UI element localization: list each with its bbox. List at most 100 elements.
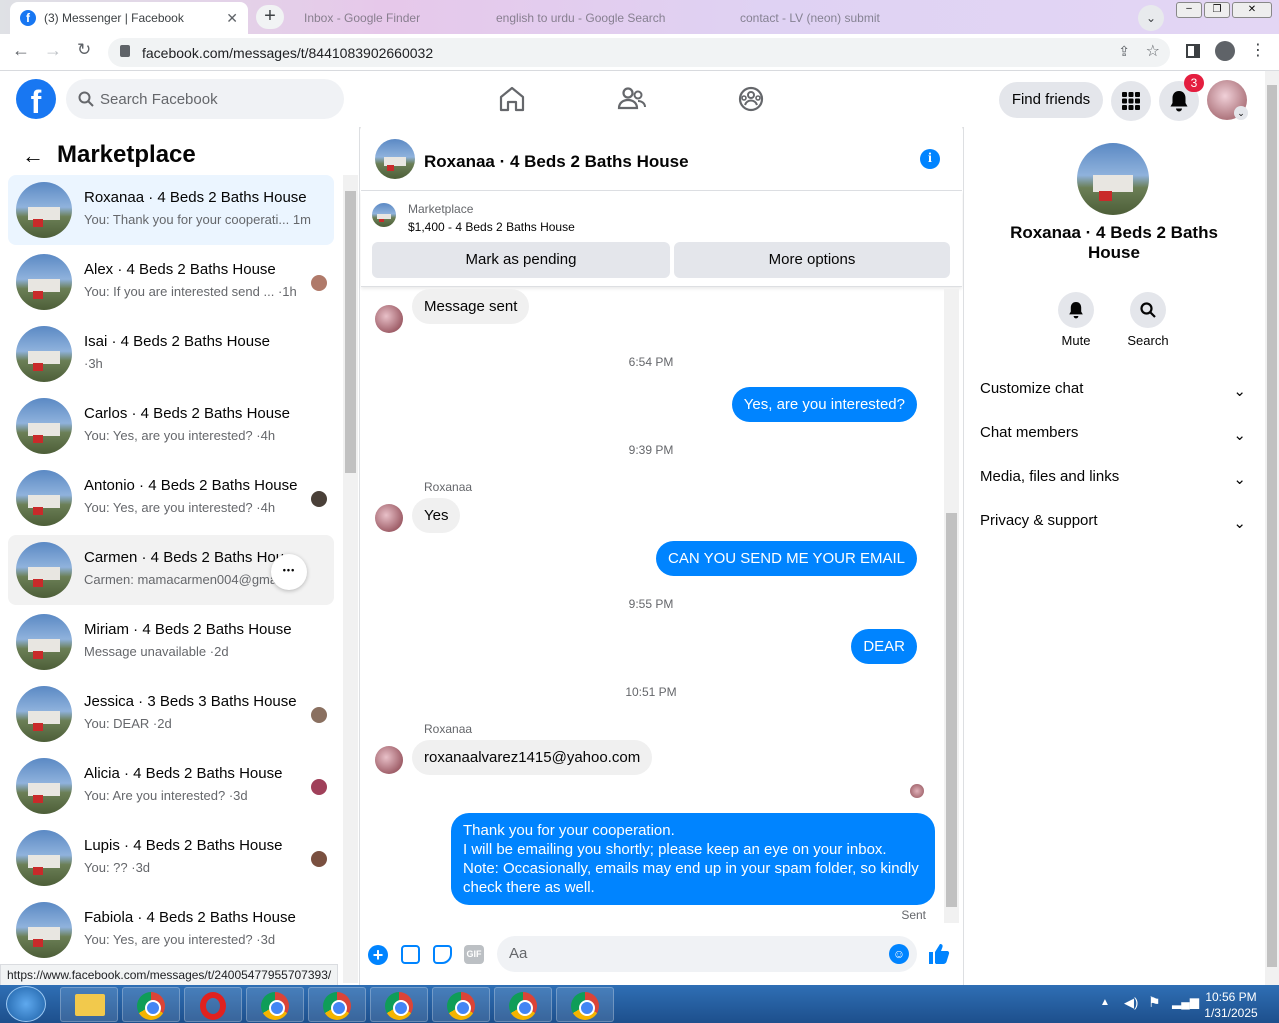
network-signal-icon[interactable]: ▂▄▆ [1172, 995, 1199, 1009]
conversation-row[interactable]: Roxanaa · 4 Beds 2 Baths House You: Thank… [8, 175, 334, 245]
mark-pending-button[interactable]: Mark as pending [372, 242, 670, 278]
home-icon[interactable] [496, 83, 528, 115]
side-panel-icon[interactable] [1186, 44, 1200, 58]
taskbar-file-explorer[interactable] [60, 987, 118, 1022]
show-hidden-icons-icon[interactable]: ▲ [1100, 997, 1110, 1008]
message-bubble[interactable]: roxanaalvarez1415@yahoo.com [412, 740, 653, 775]
conversation-row[interactable]: Carlos · 4 Beds 2 Baths House You: Yes, a… [8, 391, 334, 461]
reload-icon[interactable]: ↻ [77, 40, 91, 60]
thumbs-up-icon[interactable] [928, 943, 950, 965]
info-icon[interactable]: i [920, 149, 940, 169]
emoji-icon[interactable]: ☺ [889, 944, 909, 964]
listing-title[interactable]: $1,400 - 4 Beds 2 Baths House [408, 220, 575, 234]
facebook-logo-icon[interactable]: f [16, 79, 56, 119]
conversation-row[interactable]: Isai · 4 Beds 2 Baths House ·3h [8, 319, 334, 389]
snippet-time: ·4h [256, 500, 276, 515]
volume-icon[interactable]: ◀) [1124, 995, 1138, 1011]
start-button[interactable] [6, 986, 46, 1022]
contact-name-line-1: Roxanaa · 4 Beds 2 Baths [1010, 223, 1218, 242]
back-arrow-icon[interactable]: ← [12, 40, 30, 61]
conversation-row[interactable]: Antonio · 4 Beds 2 Baths House You: Yes, … [8, 463, 334, 533]
contact-avatar[interactable] [1077, 143, 1149, 215]
conversation-row[interactable]: Alicia · 4 Beds 2 Baths House You: Are yo… [8, 751, 334, 821]
more-actions-button[interactable]: ••• [271, 554, 307, 590]
mute-button[interactable] [1058, 292, 1094, 328]
listing-card: Marketplace $1,400 - 4 Beds 2 Baths Hous… [361, 191, 962, 287]
chat-avatar[interactable] [375, 139, 415, 179]
conversation-row[interactable]: Jessica · 3 Beds 3 Baths House You: DEAR … [8, 679, 334, 749]
more-options-button[interactable]: More options [674, 242, 950, 278]
message-bubble[interactable]: DEAR [851, 629, 917, 664]
share-icon[interactable]: ⇪ [1118, 43, 1130, 60]
conversation-row[interactable]: Lupis · 4 Beds 2 Baths House You: ?? ·3d [8, 823, 334, 893]
left-scrollbar-thumb[interactable] [345, 191, 356, 473]
customize-chat-section[interactable]: Customize chat ⌄ [980, 380, 1250, 400]
tab-title: (3) Messenger | Facebook [44, 11, 184, 25]
back-arrow-icon[interactable]: ← [22, 143, 44, 169]
privacy-support-section[interactable]: Privacy & support ⌄ [980, 512, 1250, 532]
taskbar-chrome-6[interactable] [494, 987, 552, 1022]
conversation-name: Alex · 4 Beds 2 Baths House [84, 261, 276, 278]
taskbar-chrome-7[interactable] [556, 987, 614, 1022]
taskbar-chrome-2[interactable] [246, 987, 304, 1022]
message-bubble[interactable]: Yes [412, 498, 461, 533]
page-scrollbar[interactable] [1265, 71, 1279, 985]
page-scrollbar-thumb[interactable] [1267, 85, 1277, 967]
bookmark-star-icon[interactable]: ☆ [1146, 41, 1160, 61]
taskbar-chrome-1[interactable] [122, 987, 180, 1022]
left-scrollbar[interactable] [343, 175, 358, 983]
snippet-text: You: Yes, are you interested? [84, 500, 253, 515]
plus-icon[interactable]: + [368, 945, 388, 965]
chat-scrollbar-thumb[interactable] [946, 513, 957, 907]
clock[interactable]: 10:56 PM 1/31/2025 [1196, 989, 1266, 1021]
conversation-row[interactable]: Carmen · 4 Beds 2 Baths Hou Carmen: mamac… [8, 535, 334, 605]
chat-title[interactable]: Roxanaa · 4 Beds 2 Baths House [424, 152, 689, 172]
conversation-avatar [16, 326, 72, 382]
message-bubble[interactable]: Thank you for your cooperation. I will b… [451, 813, 935, 905]
groups-icon[interactable] [735, 83, 767, 115]
media-files-links-section[interactable]: Media, files and links ⌄ [980, 468, 1250, 488]
taskbar-chrome-4[interactable] [370, 987, 428, 1022]
message-bubble[interactable]: Message sent [412, 289, 530, 324]
chat-members-section[interactable]: Chat members ⌄ [980, 424, 1250, 444]
new-tab-button[interactable]: + [256, 5, 284, 29]
profile-icon[interactable] [1215, 41, 1235, 61]
forward-arrow-icon[interactable]: → [44, 40, 62, 61]
snippet-text: You: DEAR [84, 716, 150, 731]
chevron-down-icon[interactable]: ⌄ [1234, 106, 1248, 120]
conversation-row[interactable]: Miriam · 4 Beds 2 Baths House Message una… [8, 607, 334, 677]
message-input[interactable]: Aa ☺ [497, 936, 917, 972]
tab-messenger[interactable]: f (3) Messenger | Facebook ✕ [10, 2, 248, 34]
photo-icon[interactable] [401, 945, 420, 964]
chat-scrollbar[interactable] [944, 289, 959, 923]
taskbar-chrome-5[interactable] [432, 987, 490, 1022]
sender-avatar [375, 504, 403, 532]
gif-icon[interactable]: GIF [464, 945, 484, 964]
listing-thumbnail[interactable] [372, 203, 396, 227]
message-bubble[interactable]: Yes, are you interested? [731, 387, 917, 422]
tab-inactive-3[interactable]: contact - LV (neon) submit [730, 2, 966, 34]
action-center-flag-icon[interactable]: ⚑ [1148, 994, 1161, 1011]
tab-inactive-2[interactable]: english to urdu - Google Search [486, 2, 722, 34]
minimize-button[interactable]: – [1176, 2, 1202, 18]
conversation-row[interactable]: Fabiola · 4 Beds 2 Baths House You: Yes, … [8, 895, 334, 965]
tab-inactive-1[interactable]: Inbox - Google Finder [294, 2, 474, 34]
sticker-icon[interactable] [433, 945, 452, 964]
tab-search-button[interactable]: ⌄ [1138, 5, 1164, 31]
search-conversation-button[interactable] [1130, 292, 1166, 328]
conversation-name: Jessica · 3 Beds 3 Baths House [84, 693, 297, 710]
menu-grid-button[interactable] [1111, 81, 1151, 121]
snippet-time: ·2d [209, 644, 229, 659]
menu-kebab-icon[interactable]: ⋮ [1250, 40, 1266, 60]
close-tab-icon[interactable]: ✕ [226, 10, 238, 27]
conversation-row[interactable]: Alex · 4 Beds 2 Baths House You: If you a… [8, 247, 334, 317]
taskbar-chrome-3[interactable] [308, 987, 366, 1022]
search-input[interactable]: Search Facebook [66, 79, 344, 119]
close-window-button[interactable]: ✕ [1232, 2, 1272, 18]
friends-icon[interactable] [616, 83, 648, 115]
taskbar-opera[interactable] [184, 987, 242, 1022]
message-bubble[interactable]: CAN YOU SEND ME YOUR EMAIL [656, 541, 917, 576]
maximize-button[interactable]: ❐ [1204, 2, 1230, 18]
url-field[interactable]: facebook.com/messages/t/8441083902660032… [108, 38, 1170, 67]
find-friends-button[interactable]: Find friends [999, 82, 1103, 118]
